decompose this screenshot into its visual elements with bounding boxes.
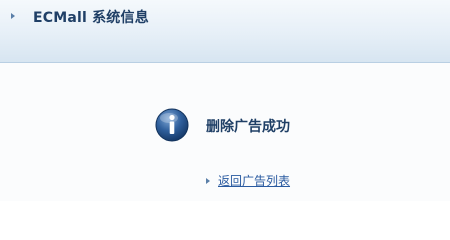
header-bar: ECMall 系统信息: [0, 0, 450, 63]
system-message-page: ECMall 系统信息 删除广告成功 返回广告列表: [0, 0, 450, 201]
page-title: ECMall 系统信息: [33, 10, 149, 26]
status-message: 删除广告成功: [206, 119, 290, 135]
bullet-arrow-icon: [11, 13, 15, 19]
back-to-ad-list-link[interactable]: 返回广告列表: [218, 172, 290, 189]
info-icon: [155, 108, 189, 142]
link-arrow-icon: [206, 178, 210, 184]
